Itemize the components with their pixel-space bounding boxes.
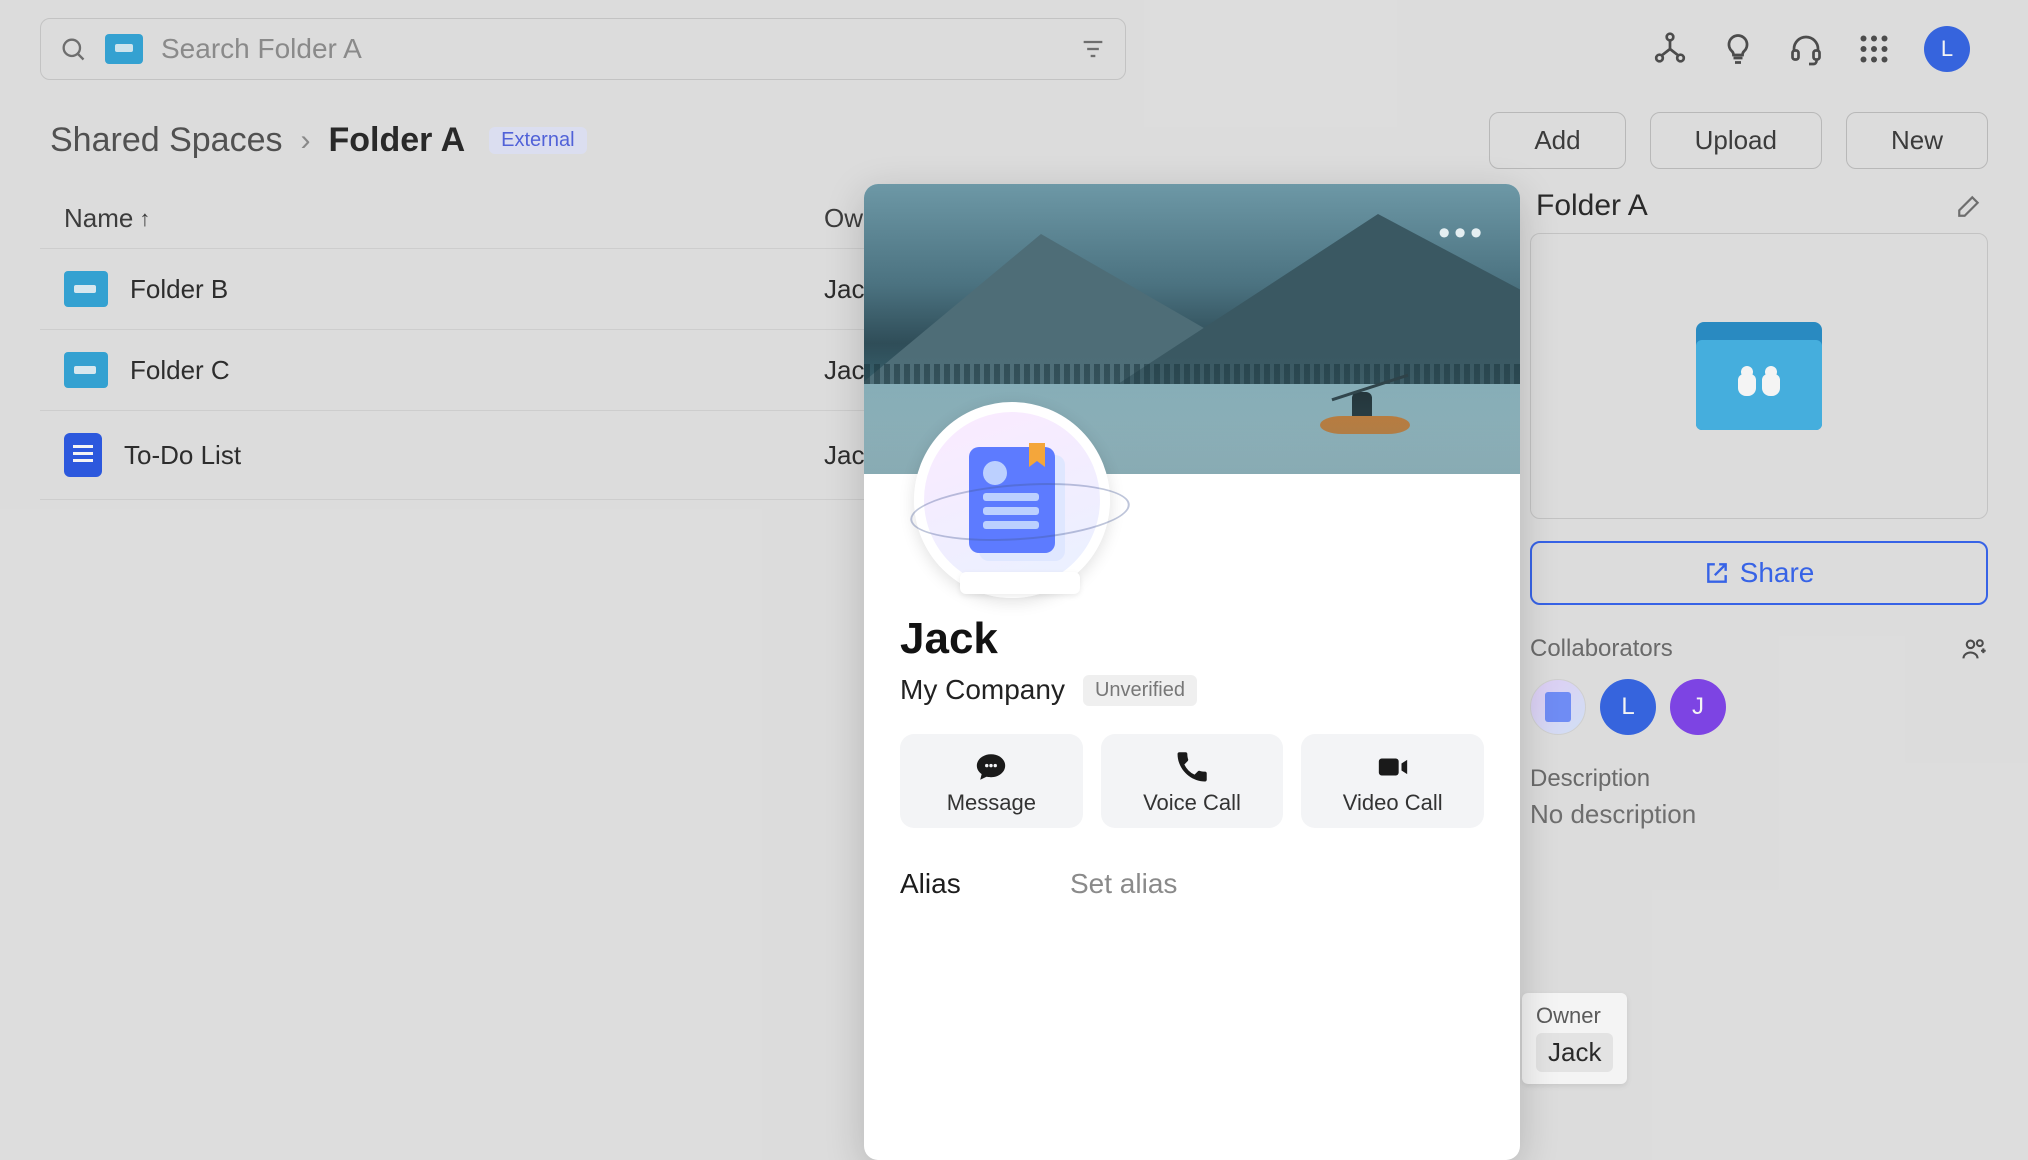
edit-icon[interactable] — [1956, 193, 1982, 219]
message-label: Message — [947, 790, 1036, 815]
share-button[interactable]: Share — [1530, 541, 1988, 605]
profile-company: My Company — [900, 674, 1065, 706]
sort-ascending-icon: ↑ — [139, 206, 150, 232]
search-input[interactable] — [161, 33, 1061, 65]
owner-value[interactable]: Jack — [1536, 1033, 1613, 1072]
collaborators-label: Collaborators — [1530, 635, 1673, 663]
more-options-icon[interactable]: ••• — [1438, 214, 1486, 253]
message-icon — [974, 750, 1008, 784]
message-button[interactable]: Message — [900, 734, 1083, 828]
collaborator-avatar[interactable]: L — [1600, 679, 1656, 735]
owner-label: Owner — [1536, 1003, 1613, 1029]
description-value: No description — [1530, 799, 1988, 830]
video-icon — [1376, 750, 1410, 784]
lightbulb-icon[interactable] — [1720, 31, 1756, 67]
alias-set-link[interactable]: Set alias — [1070, 868, 1177, 900]
video-call-button[interactable]: Video Call — [1301, 734, 1484, 828]
description-label: Description — [1530, 765, 1650, 793]
unverified-badge: Unverified — [1083, 675, 1197, 706]
shared-folder-icon — [1696, 322, 1822, 430]
share-icon — [1704, 560, 1730, 586]
voice-call-label: Voice Call — [1143, 790, 1241, 815]
upload-button[interactable]: Upload — [1650, 112, 1822, 169]
folder-icon — [64, 271, 108, 307]
app-grid-icon[interactable] — [1856, 31, 1892, 67]
collaborator-avatar[interactable]: J — [1670, 679, 1726, 735]
profile-card: ••• Jack My Company Unverified Message — [864, 184, 1520, 1160]
search-box[interactable] — [40, 18, 1126, 80]
file-name: Folder C — [130, 355, 230, 386]
add-collaborator-icon[interactable] — [1960, 635, 1988, 663]
folder-icon — [64, 352, 108, 388]
phone-icon — [1175, 750, 1209, 784]
doc-icon — [64, 433, 102, 477]
owner-block: Owner Jack — [1522, 993, 1627, 1084]
share-label: Share — [1740, 557, 1815, 589]
profile-avatar — [914, 402, 1110, 598]
folder-scope-icon — [105, 34, 143, 64]
details-panel: Folder A Share Collaborators LJ — [1518, 189, 1988, 830]
headset-icon[interactable] — [1788, 31, 1824, 67]
network-icon[interactable] — [1652, 31, 1688, 67]
collaborator-avatar[interactable] — [1530, 679, 1586, 735]
external-badge: External — [489, 127, 586, 154]
profile-name: Jack — [900, 614, 1484, 664]
file-name: Folder B — [130, 274, 228, 305]
filter-icon[interactable] — [1079, 35, 1107, 63]
column-name-header[interactable]: Name ↑ — [64, 203, 824, 234]
breadcrumb: Shared Spaces › Folder A External — [50, 121, 587, 160]
current-user-avatar[interactable]: L — [1924, 26, 1970, 72]
file-name: To-Do List — [124, 440, 241, 471]
breadcrumb-root[interactable]: Shared Spaces — [50, 121, 283, 160]
search-icon — [59, 35, 87, 63]
folder-preview — [1530, 233, 1988, 519]
alias-label: Alias — [900, 868, 1070, 900]
voice-call-button[interactable]: Voice Call — [1101, 734, 1284, 828]
breadcrumb-current: Folder A — [329, 121, 466, 160]
video-call-label: Video Call — [1343, 790, 1443, 815]
add-button[interactable]: Add — [1489, 112, 1625, 169]
column-name-label: Name — [64, 203, 133, 234]
new-button[interactable]: New — [1846, 112, 1988, 169]
details-title: Folder A — [1536, 189, 1648, 223]
chevron-right-icon: › — [301, 124, 311, 158]
